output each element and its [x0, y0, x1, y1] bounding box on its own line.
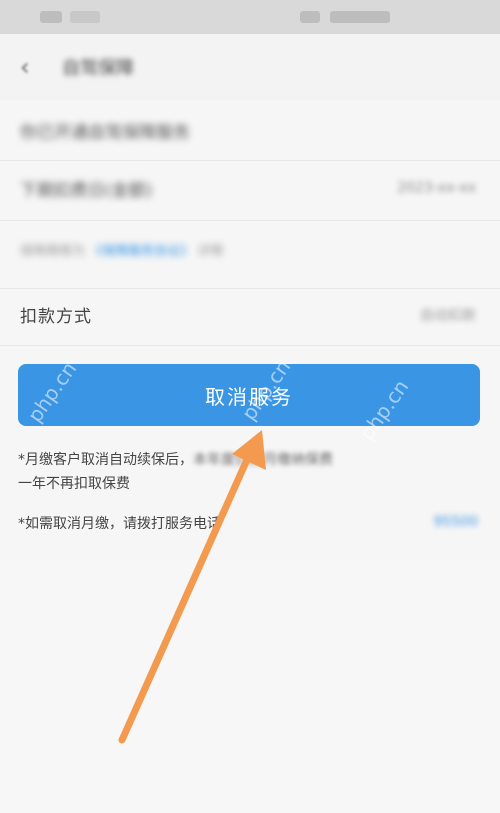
service-phone-link[interactable]: 95500 [433, 514, 478, 530]
note-service-phone: *如需取消月缴，请拨打服务电话 [18, 512, 221, 536]
top-nav-bar: ‹ 自驾保障 [0, 34, 500, 100]
next-deduction-label: 下期扣费日(金额) [20, 181, 153, 201]
note2-text: *如需取消月缴，请拨打服务电话 [18, 516, 221, 532]
notice-text: 保障期限为 《保障服务协议》 详情 [20, 240, 223, 259]
payment-method-label: 扣款方式 [20, 307, 92, 327]
agreement-link[interactable]: 《保障服务协议》 [89, 244, 193, 259]
status-bar [0, 0, 500, 34]
divider [0, 288, 500, 289]
note1-blurred: 本年度仍按月缴纳保费 [193, 452, 333, 468]
divider [0, 345, 500, 346]
payment-method-value[interactable]: 自动扣款 [420, 305, 476, 325]
note1-clear: *月缴客户取消自动续保后， [18, 452, 193, 468]
notice-prefix: 保障期限为 [20, 244, 90, 259]
note1-line2: 一年不再扣取保费 [18, 476, 130, 492]
note-monthly-cancel: *月缴客户取消自动续保后，本年度仍按月缴纳保费 一年不再扣取保费 [18, 448, 478, 496]
next-deduction-value: 2023-xx-xx [397, 180, 476, 196]
service-enabled-text: 你已开通自驾保障服务 [20, 123, 190, 143]
service-info-section: 你已开通自驾保障服务 下期扣费日(金额) 2023-xx-xx 保障期限为 《保… [0, 100, 500, 300]
back-arrow-icon[interactable]: ‹ [20, 54, 36, 80]
notice-suffix: 详情 [193, 244, 224, 259]
page-title: 自驾保障 [62, 58, 134, 79]
empty-area [0, 560, 500, 813]
